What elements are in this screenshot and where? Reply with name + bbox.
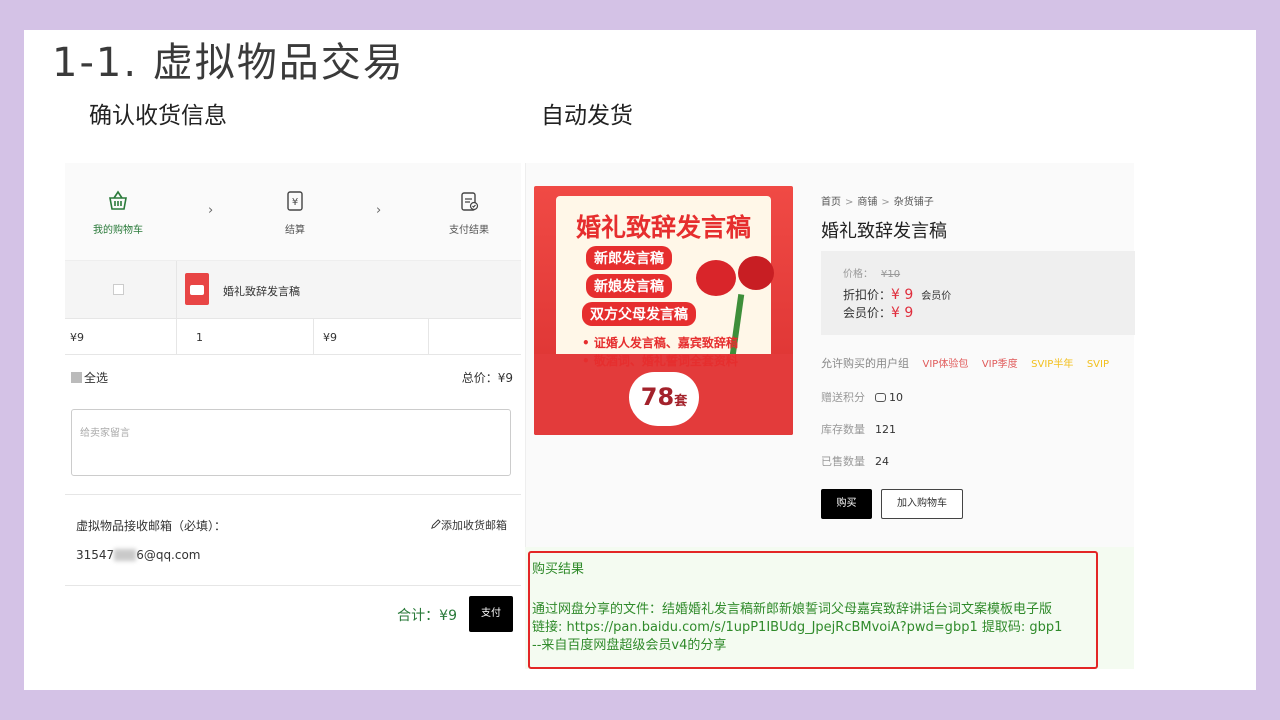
select-all[interactable]: 全选 bbox=[71, 369, 108, 386]
sold-row: 已售数量 24 bbox=[821, 453, 889, 469]
email-prefix: 31547 bbox=[76, 548, 115, 562]
left-subtitle: 确认收货信息 bbox=[89, 103, 227, 129]
message-placeholder: 给卖家留言 bbox=[80, 428, 130, 439]
chevron-right-icon: › bbox=[208, 203, 214, 218]
redacted-mask bbox=[114, 549, 137, 561]
clipboard-check-icon bbox=[461, 192, 479, 211]
member-label: 会员价： bbox=[843, 306, 892, 320]
breadcrumb-item[interactable]: 商铺 bbox=[857, 197, 877, 208]
breadcrumb-item[interactable]: 首页 bbox=[821, 197, 841, 208]
total-price: 总价：¥9 bbox=[461, 371, 513, 385]
highlight-box bbox=[528, 551, 1098, 669]
step-checkout[interactable]: ¥ 结算 bbox=[255, 189, 335, 236]
user-groups: 允许购买的用户组 VIP体验包 VIP季度 SVIP半年 SVIP bbox=[821, 355, 1109, 371]
divider bbox=[428, 319, 429, 355]
svg-text:¥: ¥ bbox=[292, 197, 298, 208]
product-image[interactable]: 婚礼致辞发言稿 新郎发言稿 新娘发言稿 双方父母发言稿 • 证婚人发言稿、嘉宾致… bbox=[534, 186, 793, 435]
breadcrumb: 首页 > 商铺 > 杂货铺子 bbox=[821, 193, 934, 208]
original-price-value: ¥10 bbox=[881, 269, 901, 280]
discount-row: 折扣价：¥ 9 会员价 bbox=[843, 286, 951, 303]
points-row: 赠送积分 10 bbox=[821, 389, 903, 405]
grand-total: 合计：¥9 bbox=[397, 608, 457, 624]
poster-bullet: • 证婚人发言稿、嘉宾致辞稿 bbox=[582, 336, 738, 350]
email-suffix: 6@qq.com bbox=[136, 548, 201, 562]
group-tag: SVIP bbox=[1086, 359, 1109, 370]
divider bbox=[313, 319, 314, 355]
group-tag: SVIP半年 bbox=[1031, 359, 1074, 370]
price-box: 价格： ¥10 折扣价：¥ 9 会员价 会员价：¥ 9 bbox=[821, 251, 1135, 335]
poster-count: 78 bbox=[640, 383, 675, 411]
points-value: 10 bbox=[889, 391, 903, 404]
select-all-label: 全选 bbox=[84, 371, 109, 385]
heart-badge: 78套 bbox=[629, 372, 699, 426]
quantity[interactable]: 1 bbox=[196, 331, 203, 344]
discount-label: 折扣价： bbox=[843, 288, 892, 302]
poster-bullet: • 敬酒词、婚礼誓词全套资料 bbox=[582, 354, 738, 368]
right-subtitle: 自动发货 bbox=[541, 103, 633, 129]
member-price: ¥ 9 bbox=[891, 305, 914, 321]
poster-pill: 双方父母发言稿 bbox=[582, 302, 696, 326]
pay-button[interactable]: 支付 bbox=[469, 596, 513, 632]
seller-message-input[interactable]: 给卖家留言 bbox=[71, 409, 511, 476]
stock-value: 121 bbox=[875, 423, 896, 436]
sold-value: 24 bbox=[875, 455, 889, 468]
cart-item-row: 婚礼致辞发言稿 bbox=[65, 261, 521, 319]
stock-row: 库存数量 121 bbox=[821, 421, 896, 437]
subtotal: ¥9 bbox=[323, 331, 337, 344]
checkout-panel: 我的购物车 › ¥ 结算 › 支付结果 婚礼致辞发言稿 ¥9 1 ¥9 全选 总… bbox=[65, 163, 521, 649]
buy-button[interactable]: 购买 bbox=[821, 489, 872, 519]
points-label: 赠送积分 bbox=[821, 391, 865, 404]
basket-icon bbox=[109, 190, 127, 210]
original-price-label: 价格： bbox=[843, 269, 873, 280]
breadcrumb-item[interactable]: 杂货铺子 bbox=[894, 197, 934, 208]
poster-title: 婚礼致辞发言稿 bbox=[575, 213, 751, 242]
divider bbox=[176, 261, 177, 319]
chevron-right-icon: › bbox=[376, 203, 382, 218]
group-tag: VIP季度 bbox=[981, 359, 1018, 370]
add-to-cart-button[interactable]: 加入购物车 bbox=[881, 489, 963, 519]
poster-pill: 新娘发言稿 bbox=[586, 274, 672, 298]
member-tag: 会员价 bbox=[921, 291, 952, 302]
step-result[interactable]: 支付结果 bbox=[429, 189, 509, 236]
step-cart-label: 我的购物车 bbox=[93, 225, 143, 236]
product-thumbnail[interactable] bbox=[185, 273, 209, 305]
breadcrumb-sep: > bbox=[845, 197, 854, 208]
checkout-steps: 我的购物车 › ¥ 结算 › 支付结果 bbox=[65, 163, 521, 261]
product-name[interactable]: 婚礼致辞发言稿 bbox=[223, 283, 300, 299]
sold-label: 已售数量 bbox=[821, 455, 865, 468]
poster-count-unit: 套 bbox=[674, 394, 688, 409]
user-groups-label: 允许购买的用户组 bbox=[821, 357, 909, 370]
select-all-checkbox[interactable] bbox=[71, 372, 82, 383]
page-title: 1-1. 虚拟物品交易 bbox=[52, 40, 405, 86]
poster-pill: 新郎发言稿 bbox=[586, 246, 672, 270]
stock-label: 库存数量 bbox=[821, 423, 865, 436]
product-info: 婚礼致辞发言稿 新郎发言稿 新娘发言稿 双方父母发言稿 • 证婚人发言稿、嘉宾致… bbox=[525, 163, 1135, 547]
add-email-label: 添加收货邮箱 bbox=[441, 519, 507, 532]
product-title: 婚礼致辞发言稿 bbox=[821, 221, 947, 242]
unit-price: ¥9 bbox=[70, 331, 84, 344]
pencil-icon bbox=[431, 519, 441, 529]
rose-icon bbox=[738, 256, 774, 290]
email-label: 虚拟物品接收邮箱（必填）： bbox=[76, 519, 227, 533]
cart-values-row: ¥9 1 ¥9 bbox=[65, 319, 521, 355]
email-section: 虚拟物品接收邮箱（必填）： 添加收货邮箱 31547 6@qq.com bbox=[65, 494, 521, 586]
email-value: 31547 6@qq.com bbox=[76, 548, 201, 562]
coin-icon bbox=[875, 393, 886, 402]
discount-price: ¥ 9 bbox=[891, 287, 914, 303]
step-checkout-label: 结算 bbox=[285, 225, 305, 236]
step-cart[interactable]: 我的购物车 bbox=[78, 189, 158, 236]
rose-icon bbox=[696, 260, 736, 296]
member-row: 会员价：¥ 9 bbox=[843, 304, 913, 321]
item-checkbox[interactable] bbox=[113, 284, 124, 295]
breadcrumb-sep: > bbox=[881, 197, 890, 208]
group-tag: VIP体验包 bbox=[922, 359, 969, 370]
original-price: 价格： ¥10 bbox=[843, 265, 900, 280]
add-email-link[interactable]: 添加收货邮箱 bbox=[430, 517, 507, 533]
divider bbox=[176, 319, 177, 355]
receipt-yen-icon: ¥ bbox=[287, 191, 303, 211]
step-result-label: 支付结果 bbox=[449, 225, 489, 236]
